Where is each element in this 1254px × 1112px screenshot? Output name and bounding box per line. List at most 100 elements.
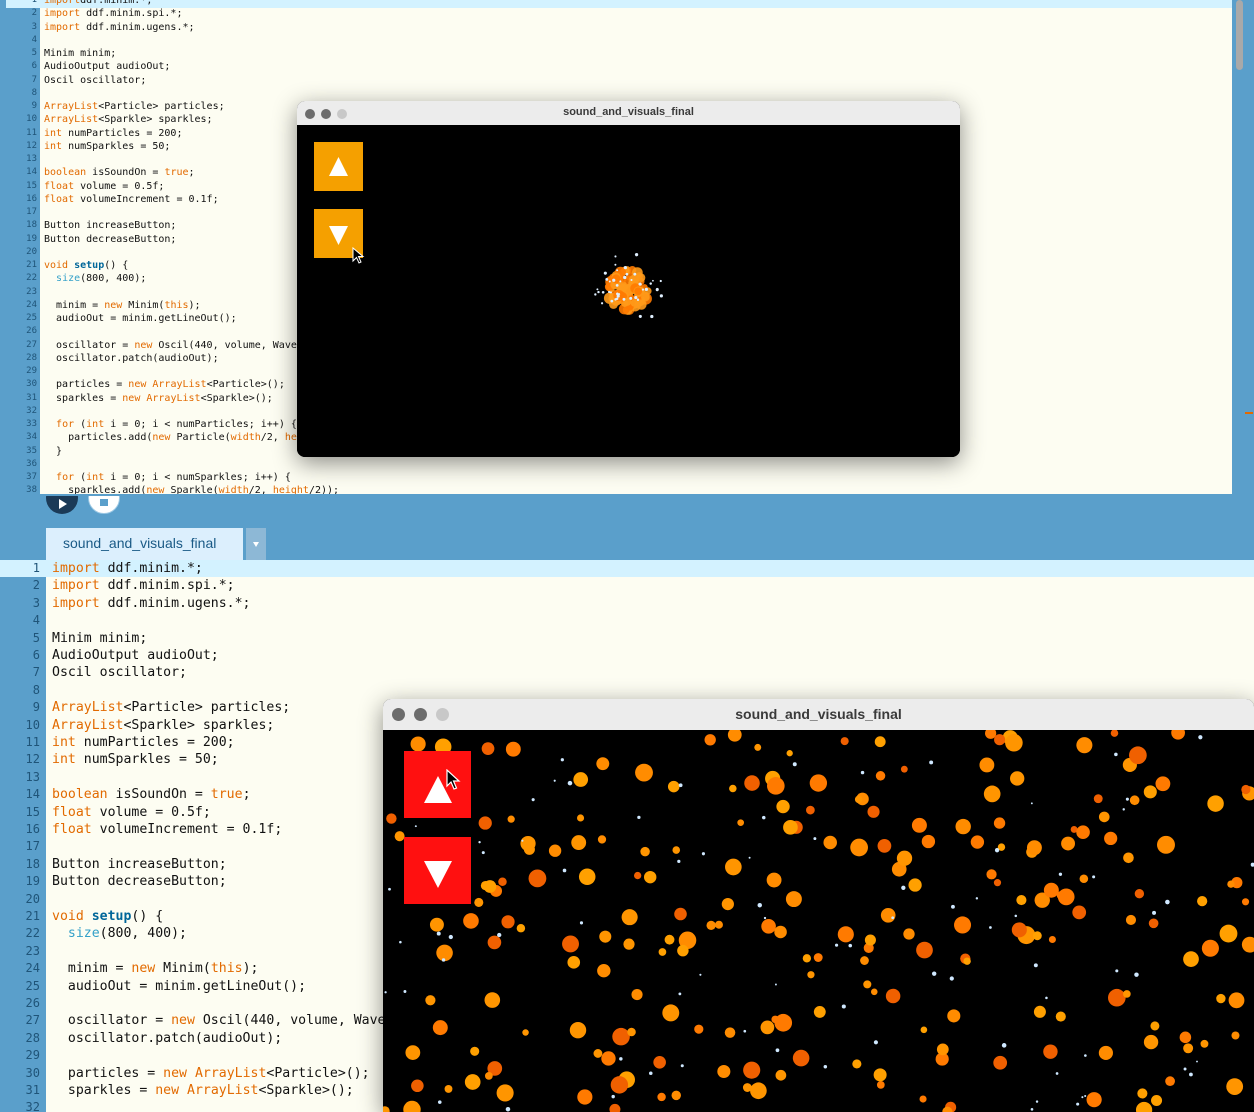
sketch-tab-label: sound_and_visuals_final: [63, 535, 217, 551]
particle: [852, 1059, 862, 1069]
line-number: 2: [31, 8, 37, 19]
code-token: oscillator.patch(audioOut);: [44, 352, 219, 364]
particle: [766, 872, 782, 888]
line-code: particles.add(new Particle(width/2, heig: [44, 431, 309, 444]
particle: [1129, 746, 1147, 765]
particle: [1241, 936, 1254, 953]
particle: [813, 953, 823, 962]
particle: [410, 736, 426, 752]
particle: [633, 871, 642, 880]
line-code: sparkles = new ArrayList<Sparkle>();: [52, 1082, 354, 1099]
particle: [955, 818, 971, 835]
particle: [774, 983, 777, 986]
particle: [523, 843, 535, 855]
code-token: setup: [74, 260, 105, 271]
particle: [388, 887, 391, 891]
top-sketch-titlebar[interactable]: sound_and_visuals_final: [297, 101, 960, 126]
particle: [619, 1057, 623, 1061]
tab-menu-button[interactable]: [246, 528, 266, 560]
particle: [653, 1055, 666, 1069]
line-code: Button decreaseButton;: [44, 233, 176, 246]
line-number: 27: [25, 1013, 40, 1028]
particle: [775, 1069, 787, 1081]
bottom-particle-canvas: [383, 730, 1254, 1112]
particle: [807, 971, 815, 979]
code-line: 5 Minim minim;: [6, 47, 1232, 60]
line-number: 17: [25, 839, 40, 854]
line-number: 25: [25, 978, 40, 993]
bottom-sketch-canvas[interactable]: [383, 730, 1254, 1112]
line-code: oscillator = new Oscil(440, volume, Wave…: [52, 1012, 401, 1029]
particle: [621, 909, 638, 926]
particle: [505, 1106, 511, 1112]
particle: [637, 815, 641, 820]
code-token: new: [104, 299, 123, 311]
code-token: ddf.minim.spi.*;: [80, 8, 183, 20]
line-number: 14: [26, 167, 37, 178]
line-number: 16: [26, 193, 37, 204]
code-token: this: [164, 299, 189, 311]
code-token: ArrayList: [146, 392, 201, 404]
particle: [864, 934, 876, 946]
code-token: <Sparkle> sparkles;: [123, 717, 275, 733]
code-line: 2 import ddf.minim.spi.*;: [0, 577, 1254, 594]
bottom-sketch-window[interactable]: sound_and_visuals_final: [383, 699, 1254, 1112]
particle: [880, 907, 896, 923]
code-token: int: [44, 140, 63, 152]
line-number: 15: [26, 180, 37, 191]
code-token: Button decreaseButton;: [52, 874, 227, 890]
particle: [623, 275, 627, 280]
particle: [528, 869, 547, 888]
line-code: import ddf.minim.spi.*;: [52, 577, 235, 594]
code-token: particles =: [52, 1065, 164, 1081]
line-code: for (int i = 0; i < numParticles; i++) {: [44, 418, 297, 431]
particle: [725, 858, 742, 876]
code-token: import: [52, 561, 100, 576]
code-token: oscillator.patch(audioOut);: [52, 1030, 283, 1046]
sketch-tab[interactable]: sound_and_visuals_final: [46, 528, 243, 560]
particle: [1001, 1043, 1007, 1048]
top-sketch-canvas[interactable]: [297, 125, 960, 457]
code-line: 6 AudioOutput audioOut;: [6, 60, 1232, 73]
particle: [634, 253, 639, 257]
top-editor-scrollbar[interactable]: [1236, 0, 1243, 70]
code-token: Minim minim;: [44, 48, 117, 59]
bottom-decrease-volume-button[interactable]: [404, 837, 471, 904]
particle: [610, 299, 614, 303]
particle: [993, 817, 1006, 829]
top-increase-volume-button[interactable]: [314, 142, 363, 191]
line-number: 20: [25, 891, 40, 906]
run-button[interactable]: [46, 496, 78, 514]
particle: [436, 931, 441, 936]
particle: [383, 1106, 390, 1112]
particle: [860, 956, 869, 965]
code-token: float: [52, 804, 92, 820]
line-number: 24: [25, 961, 40, 976]
mouse-pointer-icon: [352, 247, 365, 264]
line-number: 3: [31, 21, 37, 32]
particle: [521, 839, 524, 842]
particle: [1231, 1031, 1240, 1040]
particle: [920, 1026, 928, 1034]
top-sketch-window[interactable]: sound_and_visuals_final: [297, 101, 960, 457]
particle: [599, 930, 612, 943]
stop-button[interactable]: [88, 496, 120, 514]
particle: [1030, 802, 1033, 805]
particle: [994, 848, 1000, 853]
particle: [1076, 737, 1093, 754]
particle: [963, 957, 971, 965]
line-number: 19: [26, 233, 37, 244]
line-code: minim = new Minim(this);: [44, 299, 201, 312]
particle: [854, 795, 863, 804]
particle: [837, 926, 854, 943]
particle: [623, 266, 627, 270]
particle: [1183, 1043, 1194, 1054]
code-token: Button increaseButton;: [52, 856, 227, 872]
particle: [659, 294, 663, 298]
particle: [813, 837, 817, 841]
bottom-sketch-titlebar[interactable]: sound_and_visuals_final: [383, 699, 1254, 731]
code-token: oscillator =: [44, 339, 135, 351]
particle: [1081, 1096, 1084, 1099]
code-token: boolean: [52, 787, 108, 803]
particle: [744, 775, 760, 791]
